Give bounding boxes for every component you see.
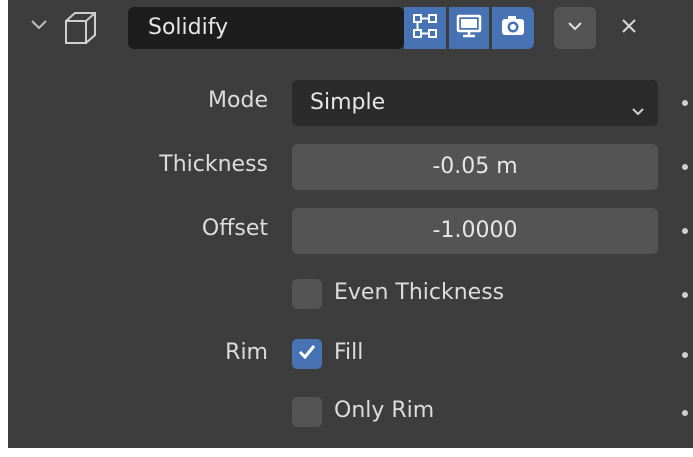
mode-value: Simple	[310, 90, 386, 115]
visibility-toggles	[404, 7, 534, 49]
only-rim-checkbox[interactable]	[292, 397, 322, 427]
modifier-name-field[interactable]: Solidify	[128, 7, 404, 49]
mode-dropdown[interactable]: Simple	[292, 80, 658, 126]
delete-modifier-button[interactable]	[612, 11, 646, 45]
thickness-label: Thickness	[159, 152, 268, 177]
close-icon	[618, 15, 640, 41]
modifier-panel: Solidify Mode Simple Thickness -0.05 m O…	[8, 0, 693, 448]
modifier-header: Solidify	[8, 0, 693, 56]
mode-keyframe-dot[interactable]	[682, 100, 688, 106]
solidify-cube-icon	[62, 9, 100, 47]
offset-label: Offset	[201, 216, 268, 241]
thickness-keyframe-dot[interactable]	[682, 164, 688, 170]
only-rim-label[interactable]: Only Rim	[334, 398, 434, 423]
viewport-toggle[interactable]	[449, 7, 489, 49]
even-thickness-checkbox[interactable]	[292, 279, 322, 309]
monitor-icon	[455, 12, 483, 44]
thickness-field[interactable]: -0.05 m	[292, 144, 658, 190]
bottom-border	[0, 448, 693, 457]
checkmark-icon	[296, 341, 318, 367]
offset-keyframe-dot[interactable]	[682, 228, 688, 234]
chevron-down-icon	[565, 16, 585, 40]
fill-keyframe-dot[interactable]	[682, 352, 688, 358]
edit-mode-toggle[interactable]	[404, 7, 446, 49]
camera-icon	[499, 12, 527, 44]
even-thickness-label[interactable]: Even Thickness	[334, 280, 504, 305]
render-toggle[interactable]	[492, 7, 534, 49]
chevron-down-icon[interactable]	[28, 14, 50, 36]
fill-label[interactable]: Fill	[334, 340, 363, 365]
mode-label: Mode	[208, 88, 268, 113]
offset-field[interactable]: -1.0000	[292, 208, 658, 254]
even-thickness-keyframe-dot[interactable]	[682, 292, 688, 298]
edit-mode-icon	[411, 12, 439, 44]
only-rim-keyframe-dot[interactable]	[682, 410, 688, 416]
modifier-menu-button[interactable]	[554, 7, 596, 49]
fill-checkbox[interactable]	[292, 339, 322, 369]
rim-label: Rim	[225, 340, 268, 365]
chevron-down-icon	[628, 92, 648, 116]
